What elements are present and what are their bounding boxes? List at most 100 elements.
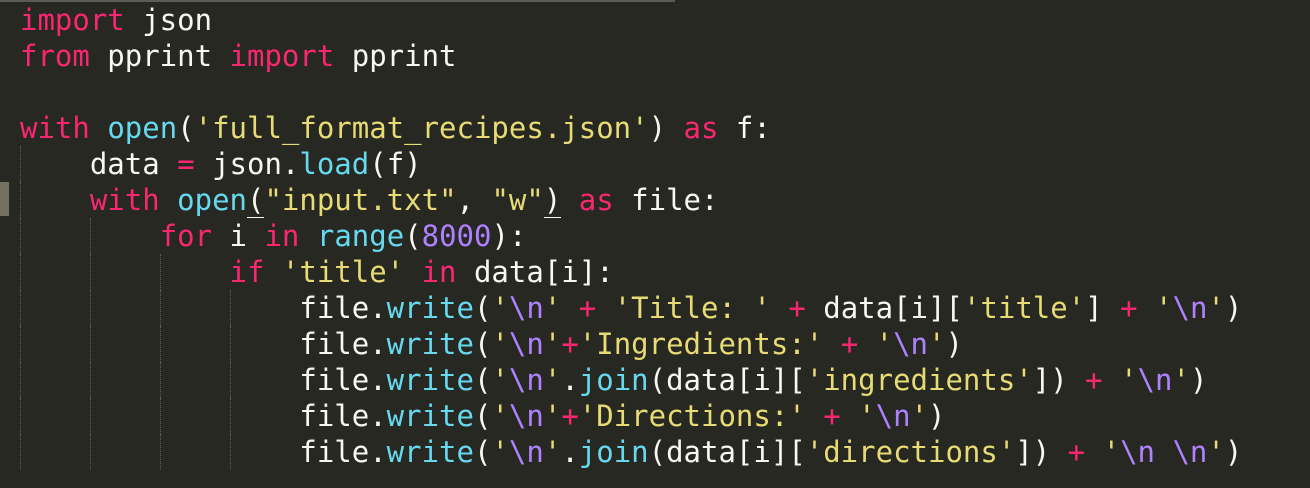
code-token: for [159,219,213,253]
indent-guide [229,290,231,326]
code-token: \n [508,327,544,361]
code-token: data [89,147,178,181]
indent-guide [159,326,161,362]
indent-guide [20,146,21,182]
code-token: ' [491,399,509,433]
indent-guide [20,182,21,218]
code-token: \n [1120,435,1155,469]
code-token: ' [543,363,562,397]
indent-guide [89,362,91,398]
code-token: . [561,435,579,469]
code-token: in [264,219,300,253]
code-token: "input.txt" [264,183,457,217]
code-line[interactable]: data = json.load(f) [20,146,1242,182]
code-token: ' [1207,291,1225,325]
code-line[interactable]: file.write('\n'.join(data[i]['ingredient… [20,362,1242,398]
code-token: 'full_format_recipes.json' [194,111,649,145]
indent-guide [20,326,21,362]
code-token: open [107,111,178,145]
code-token: \n [875,399,911,433]
code-token: (data[i][ [648,363,806,397]
code-line[interactable]: if 'title' in data[i]: [20,254,1242,290]
code-token: open [177,183,247,217]
code-token: + [561,327,579,361]
code-editor[interactable]: import json from pprint import pprint wit… [0,0,1310,488]
code-token: ( [473,435,492,469]
indent-guide [89,326,91,362]
code-token: + [578,291,597,325]
indent-guide [159,362,161,398]
code-token: \n [508,399,544,433]
code-area[interactable]: import json from pprint import pprint wit… [20,2,1242,470]
code-line[interactable]: for i in range(8000): [20,218,1242,254]
code-token: with [89,183,160,217]
code-token: 'ingredients' [805,363,1033,397]
code-token: load [299,147,370,181]
code-token: file. [299,291,387,325]
code-token: ( [177,111,195,145]
indent-guide [229,326,231,362]
indent-guide [89,254,91,290]
code-token: ( [473,363,492,397]
indent-guide [20,218,21,254]
indent-guide [229,362,231,398]
code-token: \n [1172,291,1208,325]
code-line[interactable]: with open("input.txt", "w") as file: [20,182,1242,218]
code-token: + [1067,435,1086,469]
code-token: ) [928,399,946,433]
code-token: (f) [369,147,422,181]
indent-guide [89,218,91,254]
code-token: json. [194,147,300,181]
code-line[interactable]: file.write('\n'.join(data[i]['directions… [20,434,1242,470]
code-token: \n [508,291,544,325]
code-token: ' [543,399,562,433]
code-token: ) [648,111,684,145]
code-token: as [578,183,614,217]
code-line[interactable] [20,74,1242,110]
code-token: (data[i][ [648,435,806,469]
code-token: 'Title: ' [613,291,771,325]
code-token: pprint [89,39,230,73]
indent-guide [89,398,91,434]
code-token: pprint [334,39,457,73]
code-token: ) [1224,435,1243,469]
code-token: ' [910,399,929,433]
code-line[interactable]: file.write('\n'+'Ingredients:' + '\n') [20,326,1242,362]
indent-guide [20,398,21,434]
code-token: \n [1137,363,1173,397]
code-token: ( [247,183,265,218]
indent-guide [229,398,231,434]
code-token: + [840,327,859,361]
code-line[interactable]: from pprint import pprint [20,38,1242,74]
code-token: "w" [491,183,544,217]
code-token: \n [893,327,929,361]
code-line[interactable]: with open('full_format_recipes.json') as… [20,110,1242,146]
code-line[interactable]: import json [20,2,1242,38]
code-token: join [578,363,649,397]
code-line[interactable]: file.write('\n'+'Directions:' + '\n') [20,398,1242,434]
code-token: ) [1224,291,1243,325]
code-token: ' [858,399,876,433]
code-token: 'Ingredients:' [578,327,824,361]
code-token: ' [1172,363,1190,397]
code-token: write [386,291,474,325]
indent-guide [89,434,91,470]
gutter-line-marker [0,182,9,216]
code-token: + [823,399,841,433]
code-token: if [229,255,265,289]
indent-guide [20,254,21,290]
code-token: with [20,111,90,145]
code-token: as [683,111,719,145]
indent-guide [159,290,161,326]
indent-guide [89,290,91,326]
code-line[interactable]: file.write('\n' + 'Title: ' + data[i]['t… [20,290,1242,326]
